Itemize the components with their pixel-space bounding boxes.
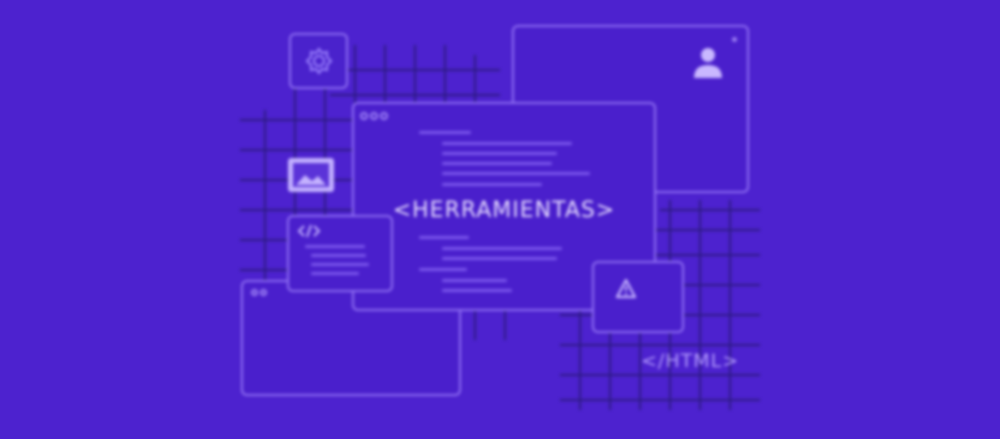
html-tag-label: </HTML> bbox=[641, 350, 740, 372]
code-window bbox=[287, 215, 393, 292]
settings-box bbox=[289, 33, 348, 89]
warning-window bbox=[592, 261, 684, 333]
gear-icon bbox=[305, 47, 333, 75]
user-icon bbox=[694, 48, 722, 78]
warning-icon bbox=[615, 278, 637, 299]
close-icon bbox=[732, 37, 737, 42]
illustration-art: <HERRAMIENTAS> </HTML> bbox=[0, 0, 1000, 439]
banner-illustration: <HERRAMIENTAS> </HTML> bbox=[0, 0, 1000, 439]
page-title: <HERRAMIENTAS> bbox=[392, 198, 616, 223]
code-icon bbox=[297, 224, 321, 238]
image-icon bbox=[288, 158, 334, 192]
